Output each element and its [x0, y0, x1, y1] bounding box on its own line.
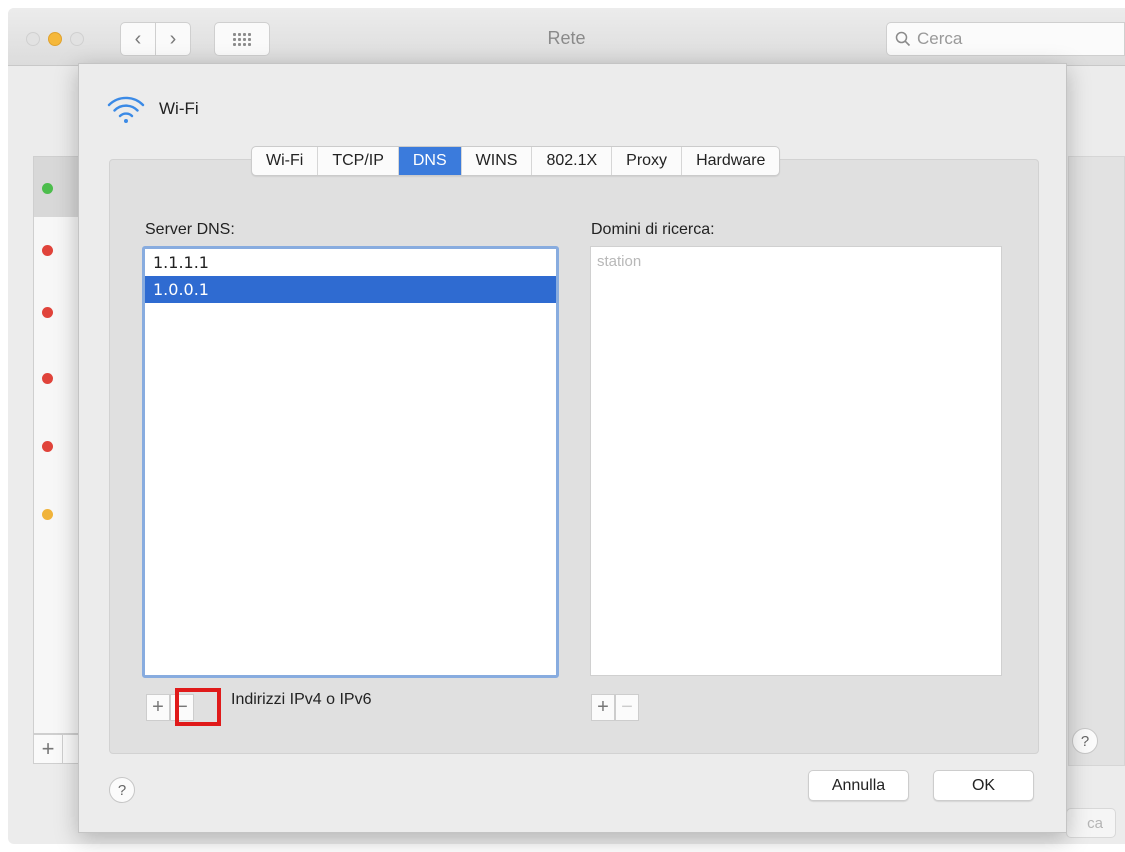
tab-bar: Wi-Fi TCP/IP DNS WINS 802.1X Proxy Hardw…: [251, 146, 781, 176]
status-dot-icon: [42, 307, 53, 318]
magnifier-icon: [895, 31, 911, 47]
tab-wifi[interactable]: Wi-Fi: [252, 147, 319, 175]
partial-button-label: ca: [1087, 814, 1103, 832]
advanced-settings-sheet: Wi-Fi Wi-Fi TCP/IP DNS WINS 802.1X Proxy…: [78, 63, 1067, 833]
details-panel: [1068, 156, 1125, 766]
status-dot-icon: [42, 509, 53, 520]
partial-button[interactable]: ca: [1066, 808, 1116, 838]
dns-server-row[interactable]: 1.1.1.1: [145, 249, 556, 276]
status-dot-icon: [42, 183, 53, 194]
tab-dns[interactable]: DNS: [398, 147, 462, 175]
tab-tcpip[interactable]: TCP/IP: [318, 147, 399, 175]
title-bar: ‹ › Rete Cerca: [8, 8, 1125, 66]
add-dns-button[interactable]: +: [146, 694, 170, 721]
question-icon: ?: [1080, 732, 1090, 750]
plus-icon: +: [597, 696, 609, 718]
search-domains-label: Domini di ricerca:: [591, 221, 715, 238]
plus-icon: +: [41, 736, 55, 761]
tab-wins[interactable]: WINS: [462, 147, 533, 175]
dns-servers-label: Server DNS:: [145, 221, 235, 238]
add-service-button[interactable]: +: [33, 734, 63, 764]
search-field[interactable]: Cerca: [886, 22, 1125, 56]
question-icon: ?: [117, 781, 127, 799]
minus-icon: −: [621, 696, 633, 718]
status-dot-icon: [42, 245, 53, 256]
highlight-box: [175, 688, 221, 726]
dns-server-list[interactable]: 1.1.1.1 1.0.0.1: [142, 246, 559, 678]
search-placeholder: Cerca: [917, 29, 963, 48]
interface-name: Wi-Fi: [159, 99, 199, 118]
tab-proxy[interactable]: Proxy: [612, 147, 683, 175]
plus-icon: +: [152, 696, 164, 718]
status-dot-icon: [42, 373, 53, 384]
remove-search-domain-button[interactable]: −: [615, 694, 639, 721]
help-button[interactable]: ?: [1072, 728, 1098, 754]
search-domains-add-remove: + −: [591, 694, 639, 721]
dns-hint: Indirizzi IPv4 o IPv6: [231, 691, 372, 708]
search-domains-list[interactable]: station: [590, 246, 1002, 676]
wifi-icon: [107, 96, 145, 123]
tab-hardware[interactable]: Hardware: [682, 147, 779, 175]
search-domains-placeholder: station: [597, 253, 642, 270]
tab-8021x[interactable]: 802.1X: [532, 147, 613, 175]
status-dot-icon: [42, 441, 53, 452]
cancel-button[interactable]: Annulla: [808, 770, 909, 801]
add-search-domain-button[interactable]: +: [591, 694, 615, 721]
dns-server-row[interactable]: 1.0.0.1: [145, 276, 556, 303]
help-button[interactable]: ?: [109, 777, 135, 803]
interface-header: Wi-Fi: [107, 94, 199, 124]
ok-button[interactable]: OK: [933, 770, 1034, 801]
